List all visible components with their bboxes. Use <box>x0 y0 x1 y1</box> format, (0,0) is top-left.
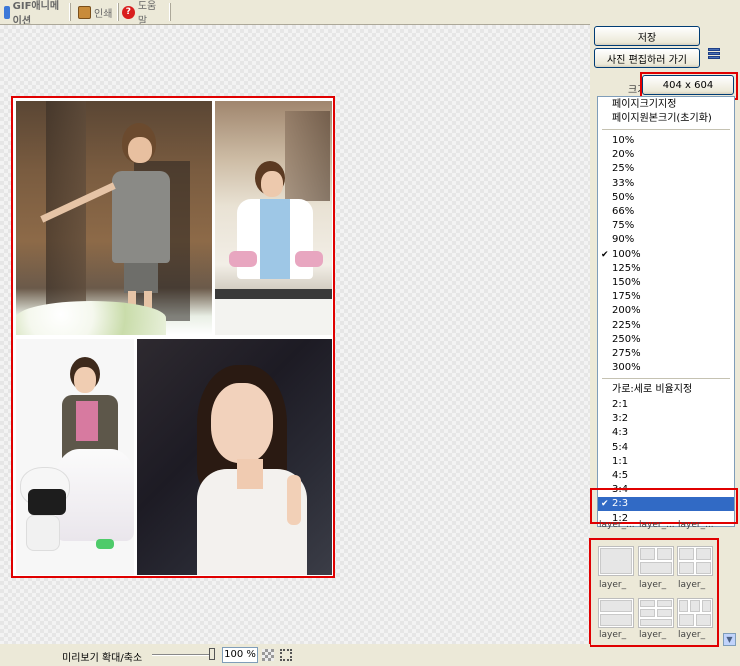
dropdown-item-zoom[interactable]: 175% <box>598 290 734 304</box>
zoom-label: 미리보기 확대/축소 <box>62 653 143 664</box>
layout-cell <box>640 618 672 626</box>
layout-label: layer_ <box>639 630 667 640</box>
photo-top-left[interactable] <box>16 101 212 335</box>
dropdown-item-zoom[interactable]: 25% <box>598 162 734 176</box>
dropdown-item-zoom[interactable]: 75% <box>598 219 734 233</box>
edit-photo-button[interactable]: 사진 편집하러 가기 <box>594 48 700 68</box>
layout-thumbnail[interactable] <box>677 598 713 628</box>
dropdown-ratio-header: 가로:세로 비율지정 <box>612 384 693 395</box>
gif-animation-button[interactable]: GIF애니메이션 <box>0 1 70 27</box>
print-button[interactable]: 인쇄 <box>74 3 118 21</box>
zoom-value: 100 % <box>222 647 258 663</box>
check-icon: ✔ <box>601 249 609 260</box>
menu-icon[interactable] <box>708 48 720 61</box>
dropdown-item-ratio[interactable]: 5:4 <box>598 441 734 455</box>
dropdown-item-zoom[interactable]: ✔ 100% <box>598 248 734 262</box>
dropdown-item-zoom[interactable]: 90% <box>598 233 734 247</box>
dropdown-item-zoom[interactable]: 20% <box>598 148 734 162</box>
layout-cell <box>657 548 672 560</box>
dropdown-item-page-fit[interactable]: 페이지크기지정 <box>598 98 734 112</box>
edit-photo-label: 사진 편집하러 가기 <box>607 54 687 66</box>
gif-label: GIF애니메이션 <box>12 1 60 27</box>
layout-cell <box>696 614 711 626</box>
layout-cell <box>701 600 711 612</box>
help-label: 도움말 <box>137 1 157 27</box>
layout-cell <box>600 600 632 612</box>
dropdown-item-zoom[interactable]: 300% <box>598 361 734 375</box>
help-icon: ? <box>122 5 135 19</box>
check-icon: ✔ <box>601 499 609 510</box>
layout-cell <box>600 614 632 626</box>
collage-frame[interactable] <box>11 96 335 578</box>
layout-cell <box>640 609 655 617</box>
dropdown-item-ratio[interactable]: 1:1 <box>598 455 734 469</box>
print-label: 인쇄 <box>94 8 113 20</box>
layout-label: layer_... <box>678 520 714 530</box>
dropdown-item-ratio[interactable]: ✔ 2:3 <box>598 497 734 512</box>
layout-label: layer_ <box>639 580 667 590</box>
dropdown-item-zoom[interactable]: 125% <box>598 262 734 276</box>
layout-thumbnail[interactable] <box>598 598 634 628</box>
zoom-ratio-dropdown[interactable]: 페이지크기지정 페이지원본크기(초기화) 10% 20% 25% 33% 50% 66% 7… <box>597 96 735 527</box>
layout-thumbnail[interactable] <box>677 546 713 576</box>
layout-label: layer_... <box>599 520 635 530</box>
dropdown-item-zoom[interactable]: 225% <box>598 319 734 333</box>
layout-cell <box>696 562 711 574</box>
dropdown-item-ratio[interactable]: 3:4 <box>598 483 734 497</box>
photo-bottom-left[interactable] <box>16 339 134 575</box>
dropdown-item-zoom[interactable]: 66% <box>598 205 734 219</box>
layout-thumbnail[interactable] <box>638 598 674 628</box>
print-icon <box>78 5 91 19</box>
toolbar: GIF애니메이션 인쇄 ? 도움말 <box>0 0 740 27</box>
photo-bottom-right[interactable] <box>137 339 332 575</box>
layout-cell <box>600 548 632 574</box>
dropdown-item-zoom[interactable]: 10% <box>598 134 734 148</box>
layout-label: layer_ <box>599 630 627 640</box>
layout-label: layer_ <box>599 580 627 590</box>
layout-cell <box>657 600 672 608</box>
layout-cell <box>640 562 672 574</box>
dropdown-separator <box>602 129 730 130</box>
layout-cell <box>679 562 694 574</box>
save-button[interactable]: 저장 <box>594 26 700 46</box>
layout-cell <box>640 548 655 560</box>
layout-cell <box>679 548 694 560</box>
layout-label: layer_ <box>678 630 706 640</box>
layout-thumbnail[interactable] <box>598 546 634 576</box>
zoom-slider-handle[interactable] <box>209 648 215 660</box>
layout-cell <box>640 600 655 608</box>
save-label: 저장 <box>637 32 657 44</box>
dropdown-item-ratio[interactable]: 4:3 <box>598 426 734 440</box>
dropdown-item-zoom[interactable]: 250% <box>598 333 734 347</box>
zoom-slider[interactable] <box>152 654 214 656</box>
layout-label: layer_ <box>678 580 706 590</box>
dropdown-item-zoom[interactable]: 275% <box>598 347 734 361</box>
dropdown-item-ratio[interactable]: 3:2 <box>598 412 734 426</box>
size-button[interactable]: 404 x 604 <box>642 75 734 95</box>
layout-cell <box>679 600 689 612</box>
dropdown-item-ratio[interactable]: 4:5 <box>598 469 734 483</box>
statusbar: 미리보기 확대/축소 100 % <box>0 644 590 666</box>
dropdown-separator <box>602 378 730 379</box>
help-button[interactable]: ? 도움말 <box>118 1 170 27</box>
layout-cell <box>690 600 700 612</box>
size-value: 404 x 604 <box>662 79 714 91</box>
dropdown-item-zoom[interactable]: 200% <box>598 304 734 318</box>
fit-to-window-icon[interactable] <box>262 649 274 661</box>
gif-icon <box>4 5 10 19</box>
preview-canvas[interactable] <box>0 24 590 644</box>
layout-cell <box>657 609 672 617</box>
layout-cell <box>696 548 711 560</box>
dropdown-item-zoom[interactable]: 50% <box>598 191 734 205</box>
layout-cell <box>679 614 694 626</box>
layout-label: layer_... <box>639 520 675 530</box>
layout-thumbnail[interactable] <box>638 546 674 576</box>
photo-top-right[interactable] <box>215 101 332 335</box>
actual-size-icon[interactable] <box>280 649 292 661</box>
scroll-down-icon[interactable]: ▼ <box>723 633 736 646</box>
dropdown-item-zoom[interactable]: 150% <box>598 276 734 290</box>
dropdown-item-ratio[interactable]: 2:1 <box>598 398 734 412</box>
dropdown-item-zoom[interactable]: 33% <box>598 177 734 191</box>
dropdown-item-page-original[interactable]: 페이지원본크기(초기화) <box>598 112 734 126</box>
